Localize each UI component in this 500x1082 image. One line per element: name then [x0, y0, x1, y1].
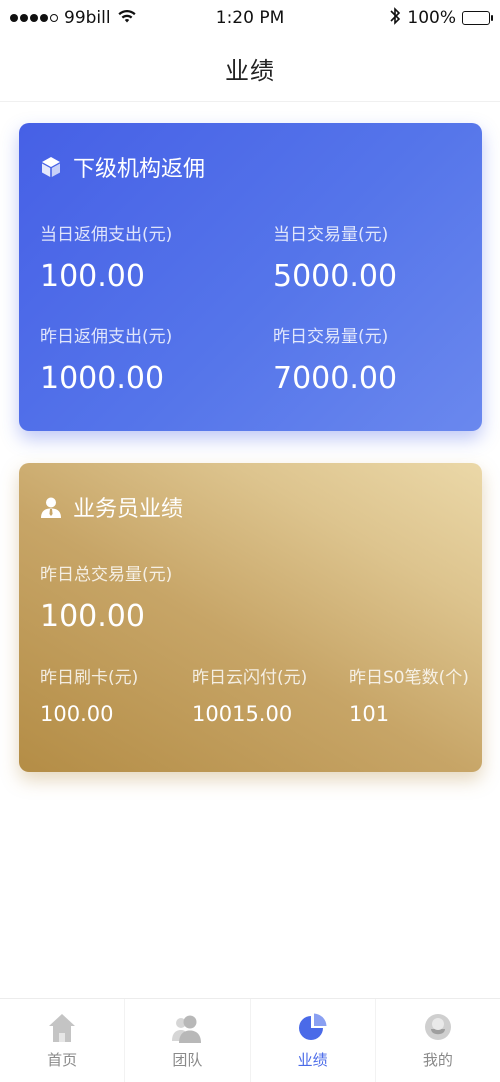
- carrier-label: 99bill: [64, 8, 111, 28]
- bluetooth-icon: [389, 6, 401, 31]
- nav-bar: 业绩: [0, 36, 500, 102]
- metric-today-volume: 当日交易量(元) 5000.00: [273, 220, 397, 294]
- metric-yesterday-total-volume: 昨日总交易量(元) 100.00: [40, 560, 172, 634]
- status-left: 99bill: [10, 8, 137, 29]
- metric-value: 1000.00: [40, 361, 165, 396]
- rebate-card-title: 下级机构返佣: [73, 157, 206, 182]
- metric-value: 100.00: [40, 702, 114, 726]
- metric-label: 昨日返佣支出(元): [40, 327, 173, 347]
- status-bar: 99bill 1:20 PM 100%: [0, 0, 500, 36]
- metric-value: 100.00: [40, 259, 145, 294]
- metric-value: 10015.00: [192, 702, 293, 726]
- tab-team[interactable]: 团队: [125, 999, 251, 1082]
- metric-yesterday-s0-count: 昨日S0笔数(个) 101: [349, 663, 469, 726]
- status-right: 100%: [389, 6, 493, 31]
- salesman-card[interactable]: 业务员业绩 昨日总交易量(元) 100.00 昨日刷卡(元) 100.00 昨日…: [19, 463, 482, 772]
- metric-yesterday-rebate: 昨日返佣支出(元) 1000.00: [40, 322, 172, 396]
- battery-percent: 100%: [407, 8, 456, 28]
- cube-icon: [39, 155, 63, 179]
- metric-value: 101: [349, 702, 390, 726]
- pie-chart-icon: [296, 1011, 330, 1045]
- metric-value: 7000.00: [273, 361, 398, 396]
- profile-icon: [421, 1011, 455, 1045]
- tab-label: 团队: [172, 1051, 203, 1069]
- signal-dots-icon: [10, 14, 58, 22]
- performance-screen: 99bill 1:20 PM 100% 业绩 下级机构返佣 当日返佣支出(元) …: [0, 0, 500, 1082]
- metric-label: 昨日S0笔数(个): [349, 668, 469, 688]
- metric-yesterday-card-swipe: 昨日刷卡(元) 100.00: [40, 663, 138, 726]
- person-icon: [39, 495, 63, 519]
- metric-value: 5000.00: [273, 259, 398, 294]
- metric-label: 昨日云闪付(元): [192, 668, 308, 688]
- metric-label: 当日交易量(元): [273, 225, 389, 245]
- metric-today-rebate: 当日返佣支出(元) 100.00: [40, 220, 172, 294]
- metric-label: 昨日刷卡(元): [40, 668, 139, 688]
- rebate-card-header: 下级机构返佣: [39, 151, 205, 183]
- tab-profile[interactable]: 我的: [376, 999, 500, 1082]
- team-icon: [170, 1011, 204, 1045]
- metric-yesterday-volume: 昨日交易量(元) 7000.00: [273, 322, 397, 396]
- tab-label: 我的: [422, 1051, 453, 1069]
- tab-home[interactable]: 首页: [0, 999, 126, 1082]
- metric-label: 昨日总交易量(元): [40, 565, 173, 585]
- tab-label: 业绩: [297, 1051, 328, 1069]
- page-title: 业绩: [225, 57, 275, 85]
- tab-label: 首页: [47, 1051, 78, 1069]
- metric-label: 昨日交易量(元): [273, 327, 389, 347]
- salesman-card-header: 业务员业绩: [39, 491, 183, 523]
- tab-bar: 首页 团队 业绩 我的: [0, 998, 500, 1082]
- tab-performance[interactable]: 业绩: [251, 999, 376, 1082]
- home-icon: [45, 1011, 79, 1045]
- metric-value: 100.00: [40, 599, 145, 634]
- salesman-card-title: 业务员业绩: [73, 497, 184, 522]
- battery-icon: [462, 11, 493, 25]
- metric-yesterday-unionpay: 昨日云闪付(元) 10015.00: [192, 663, 307, 726]
- metric-label: 当日返佣支出(元): [40, 225, 173, 245]
- rebate-card[interactable]: 下级机构返佣 当日返佣支出(元) 100.00 当日交易量(元) 5000.00…: [19, 123, 482, 431]
- wifi-icon: [117, 8, 137, 29]
